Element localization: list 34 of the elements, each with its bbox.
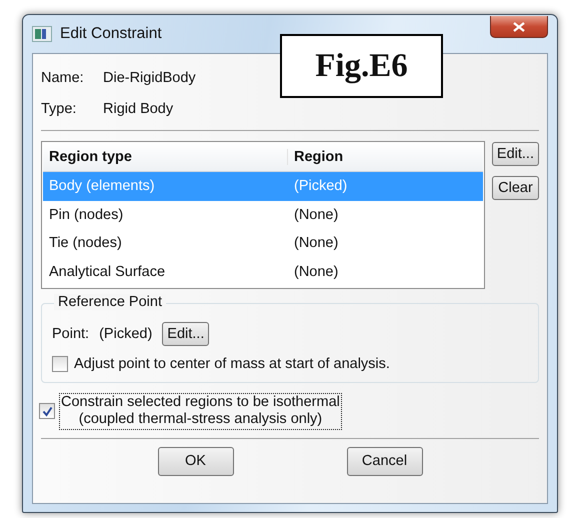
side-button[interactable]: Edit... [492,142,539,166]
dialog-button[interactable]: Cancel [346,446,422,476]
point-value: (Picked) [99,326,152,342]
figure-label: Fig.E6 [280,34,443,98]
table-cell-text: Body (elements) [48,178,156,194]
field-value: Die-RigidBody [103,70,196,86]
checkbox[interactable] [52,356,68,372]
close-icon [513,22,525,32]
column-header[interactable]: Region [288,149,344,165]
checkbox-label: Adjust point to center of mass at start of analysis. [74,356,390,372]
table-row[interactable]: Tie (nodes) (None) [43,229,483,258]
table-cell-text: (Picked) [293,178,348,194]
dialog-button[interactable]: OK [158,446,234,476]
field-label: Type: [41,100,78,116]
checkbox[interactable] [39,403,55,420]
table-cell-text: (None) [293,264,338,280]
app-icon [32,26,52,42]
side-button[interactable]: Clear [492,176,539,200]
window-title: Edit Constraint [60,25,163,43]
point-label: Point: [52,326,90,342]
field-label: Name: [41,70,85,86]
group-title: Reference Point [54,294,166,310]
table-cell-text: Tie (nodes) [48,235,123,252]
table-cell-text: (None) [293,235,338,252]
column-header[interactable]: Region type [43,149,288,165]
close-button[interactable] [490,16,548,38]
table-row[interactable]: Pin (nodes) (None) [43,200,483,229]
table-cell-text: Analytical Surface [48,264,166,280]
table-cell-text: Pin (nodes) [48,206,124,223]
edit-button[interactable]: Edit... [162,322,210,346]
table-cell-text: (None) [293,206,338,223]
checkbox-label: Constrain selected regions to be isothermal (coupled thermal-stress analysis only) [59,393,342,430]
field-value: Rigid Body [103,100,174,116]
table-row[interactable]: Analytical Surface (None) [43,258,483,286]
